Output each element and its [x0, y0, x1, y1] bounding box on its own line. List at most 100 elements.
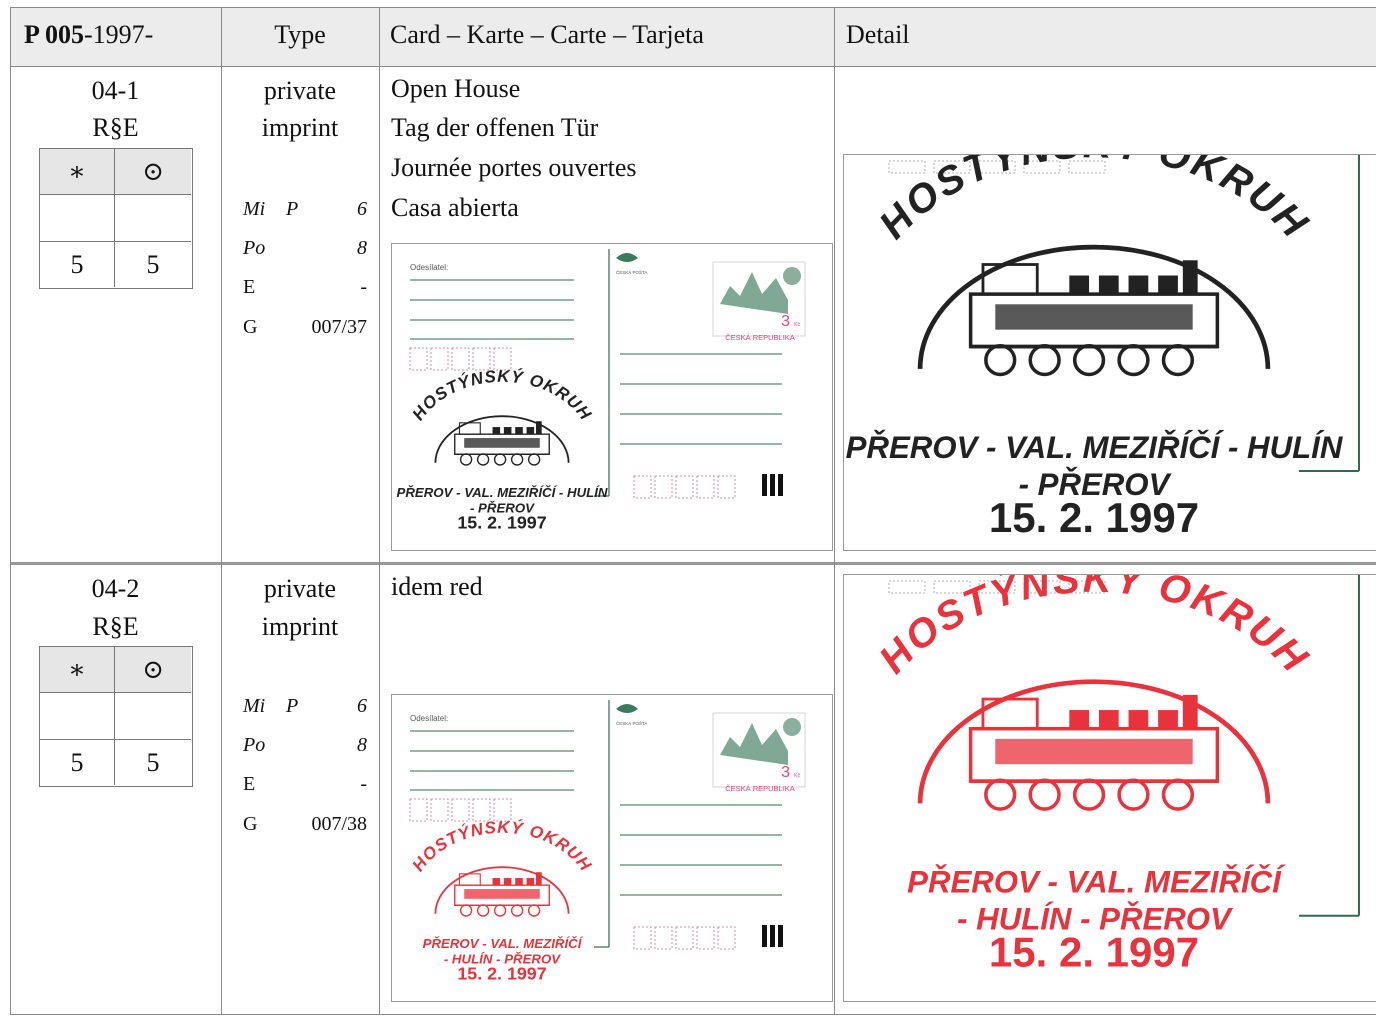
post-label: ČESKÁ POŠTA — [616, 269, 647, 275]
locomotive-dome — [1098, 275, 1119, 295]
locomotive-panel — [995, 304, 1193, 330]
postcard-image: Odesílatel: ČESKÁ POŠTA 3 Kč ČESKÁ REPUBLIKA… — [391, 694, 833, 1002]
type-line1: private — [263, 574, 337, 603]
used-header: ⊙ — [115, 149, 191, 195]
mint-header: ∗ — [40, 647, 115, 693]
header-id-bold: P 005 — [24, 20, 84, 49]
postcard-image: Odesílatel: ČESKÁ POŠTA 3 Kč ČESKÁ REPUBLIKA… — [391, 243, 833, 551]
table-top-border — [10, 7, 1376, 8]
row-code: R§E — [92, 113, 139, 142]
barcode-bar — [770, 925, 775, 947]
detail-drawing: HOSTÝNSKÝ OKRUHPŘEROV - VAL. MEZIŘÍČÍ- H… — [844, 575, 1376, 1001]
locomotive-chimney — [536, 421, 542, 435]
locomotive-dome — [1098, 710, 1119, 729]
catalog-label: G — [243, 316, 258, 338]
description-line: Casa abierta — [391, 193, 519, 222]
locomotive-dome — [503, 427, 512, 435]
postcard-drawing: Odesílatel: ČESKÁ POŠTA 3 Kč ČESKÁ REPUBLIKA… — [392, 695, 832, 1001]
header-bottom-border — [10, 66, 1376, 67]
row-code: R§E — [92, 612, 139, 641]
barcode-bar — [762, 925, 767, 947]
type-line1: private — [263, 76, 337, 105]
catalog-value: 007/38 — [311, 813, 367, 835]
price-cell-empty — [115, 195, 191, 242]
locomotive-chimney — [1182, 260, 1198, 295]
stamp-line: 15. 2. 1997 — [457, 512, 546, 532]
locomotive-dome — [1128, 710, 1149, 729]
stamp-country: ČESKÁ REPUBLIKA — [725, 333, 795, 342]
stamp-line: PŘEROV - VAL. MEZIŘÍČÍ — [423, 936, 584, 951]
header-id-rest: -1997- — [83, 20, 154, 49]
table-bottom-border — [10, 1014, 1376, 1015]
locomotive-dome — [526, 878, 535, 886]
mint-header: ∗ — [40, 149, 115, 195]
stamp-line: 15. 2. 1997 — [989, 928, 1199, 975]
post-label: ČESKÁ POŠTA — [616, 720, 647, 726]
catalog-sub: P — [286, 695, 299, 717]
row-divider — [10, 562, 1376, 565]
catalog-value: 8 — [357, 237, 367, 259]
locomotive-dome — [492, 878, 501, 886]
locomotive-dome — [1069, 275, 1090, 295]
type-line2: imprint — [261, 113, 339, 142]
price-cell-empty — [40, 195, 115, 242]
used-price: 5 — [146, 250, 160, 279]
sender-label: Odesílatel: — [410, 263, 448, 272]
price-table: ∗ ⊙ 5 5 — [39, 646, 193, 787]
description-line: Open House — [391, 74, 521, 103]
locomotive-dome — [503, 878, 512, 886]
type-line2: imprint — [261, 612, 339, 641]
catalog-value: 6 — [357, 198, 367, 220]
locomotive-dome — [1158, 710, 1178, 729]
locomotive-dome — [492, 427, 501, 435]
description-line: Journée portes ouvertes — [391, 153, 637, 182]
stamp-tree — [783, 718, 801, 736]
barcode-bar — [778, 925, 783, 947]
description-line: Tag der offenen Tür — [391, 113, 599, 142]
barcode-bar — [762, 474, 767, 496]
stamp-line: PŘEROV - VAL. MEZIŘÍČÍ — [907, 864, 1286, 900]
locomotive-chimney — [1182, 694, 1198, 729]
detail-drawing: HOSTÝNSKÝ OKRUHPŘEROV - VAL. MEZIŘÍČÍ - … — [844, 155, 1376, 550]
col-border-1 — [221, 7, 222, 1015]
catalog-label: Po — [243, 237, 266, 259]
col-border-3 — [834, 7, 835, 1015]
catalog-label: E — [243, 773, 256, 795]
stamp-value: 3 — [781, 313, 790, 330]
catalog-label: G — [243, 813, 258, 835]
mint-price: 5 — [40, 242, 115, 287]
catalog-value: - — [360, 773, 367, 795]
locomotive-panel — [995, 738, 1193, 765]
stamp-line: PŘEROV - VAL. MEZIŘÍČÍ - HULÍN — [396, 485, 607, 500]
mint-price: 5 — [40, 740, 115, 785]
header-type: Type — [274, 20, 326, 49]
catalog-value: - — [360, 276, 367, 298]
postcard-drawing: Odesílatel: ČESKÁ POŠTA 3 Kč ČESKÁ REPUBLIKA… — [392, 244, 832, 550]
stamp-value: 3 — [781, 764, 790, 781]
price-table: ∗ ⊙ 5 5 — [39, 148, 193, 289]
col-border-2 — [379, 7, 380, 1015]
barcode-bar — [778, 474, 783, 496]
stamp-line: 15. 2. 1997 — [989, 494, 1199, 541]
catalog-label: Mi — [243, 198, 266, 220]
locomotive-dome — [515, 878, 523, 886]
used-price: 5 — [146, 748, 160, 777]
barcode-bar — [770, 474, 775, 496]
sender-label: Odesílatel: — [410, 714, 448, 723]
stamp-country: ČESKÁ REPUBLIKA — [725, 784, 795, 793]
row-number: 04-2 — [91, 574, 140, 603]
price-cell-empty — [40, 693, 115, 740]
stamp-unit: Kč — [794, 773, 800, 779]
used-header: ⊙ — [115, 647, 191, 693]
catalog-label: E — [243, 276, 256, 298]
catalog-sub: P — [286, 198, 299, 220]
header-card: Card – Karte – Carte – Tarjeta — [390, 20, 704, 49]
catalog-label: Po — [243, 734, 266, 756]
locomotive-dome — [1158, 275, 1178, 295]
catalog-label: Mi — [243, 695, 266, 717]
price-cell-empty — [115, 693, 191, 740]
stamp-tree — [783, 267, 801, 285]
catalog-value: 6 — [357, 695, 367, 717]
locomotive-panel — [464, 889, 540, 899]
stamp-unit: Kč — [794, 322, 800, 328]
